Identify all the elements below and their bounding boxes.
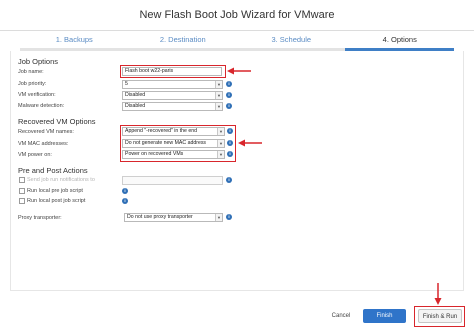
cancel-button[interactable]: Cancel (320, 309, 362, 323)
malware-detection-label: Malware detection: (18, 103, 65, 109)
job-options-heading: Job Options (18, 57, 59, 66)
job-priority-label: Job priority: (18, 81, 47, 87)
red-arrow-annotation (238, 139, 262, 147)
step-options[interactable]: 4. Options (346, 31, 455, 48)
job-priority-value: 5 (125, 81, 128, 87)
info-icon[interactable]: i (122, 188, 128, 194)
vm-verification-value: Disabled (125, 92, 146, 98)
vm-verification-select[interactable]: Disabled ▼ (122, 91, 223, 100)
recovered-vm-names-label: Recovered VM names: (18, 129, 74, 135)
vm-power-on-label: VM power on: (18, 152, 52, 158)
job-priority-select[interactable]: 5 ▼ (122, 80, 223, 89)
red-arrow-annotation (227, 67, 251, 75)
window-title: New Flash Boot Job Wizard for VMware (0, 0, 474, 31)
notifications-email-field[interactable] (122, 176, 223, 185)
info-icon[interactable]: i (122, 198, 128, 204)
red-arrow-annotation (434, 283, 442, 305)
proxy-transporter-label: Proxy transporter: (18, 215, 62, 221)
wizard-steps: 1. Backups 2. Destination 3. Schedule 4.… (20, 31, 454, 48)
info-icon[interactable]: i (226, 81, 232, 87)
send-notifications-label: Send job run notifications to (27, 177, 95, 183)
run-local-pre-label: Run local pre job script (27, 188, 83, 194)
run-local-post-checkbox[interactable] (19, 198, 25, 204)
malware-detection-select[interactable]: Disabled ▼ (122, 102, 223, 111)
info-icon[interactable]: i (226, 214, 232, 220)
finish-button[interactable]: Finish (363, 309, 406, 323)
chevron-down-icon: ▼ (215, 214, 222, 221)
chevron-down-icon: ▼ (215, 92, 222, 99)
chevron-down-icon: ▼ (215, 81, 222, 88)
pre-post-actions-heading: Pre and Post Actions (18, 166, 88, 175)
job-name-highlight (120, 65, 226, 78)
run-local-post-label: Run local post job script (27, 198, 86, 204)
recovered-vm-options-heading: Recovered VM Options (18, 117, 96, 126)
vm-mac-addresses-label: VM MAC addresses: (18, 141, 69, 147)
proxy-transporter-select[interactable]: Do not use proxy transporter ▼ (124, 213, 223, 222)
malware-detection-value: Disabled (125, 103, 146, 109)
step-backups[interactable]: 1. Backups (20, 31, 129, 48)
finish-run-button[interactable]: Finish & Run (418, 309, 462, 323)
info-icon[interactable]: i (226, 177, 232, 183)
recovered-vm-options-highlight (120, 125, 236, 162)
step-destination[interactable]: 2. Destination (129, 31, 238, 48)
chevron-down-icon: ▼ (215, 103, 222, 110)
vm-verification-label: VM verification: (18, 92, 56, 98)
run-local-pre-checkbox[interactable] (19, 188, 25, 194)
job-name-label: Job name: (18, 69, 44, 75)
step-schedule[interactable]: 3. Schedule (237, 31, 346, 48)
info-icon[interactable]: i (226, 92, 232, 98)
proxy-transporter-value: Do not use proxy transporter (127, 214, 193, 220)
send-notifications-checkbox[interactable] (19, 177, 25, 183)
info-icon[interactable]: i (226, 103, 232, 109)
